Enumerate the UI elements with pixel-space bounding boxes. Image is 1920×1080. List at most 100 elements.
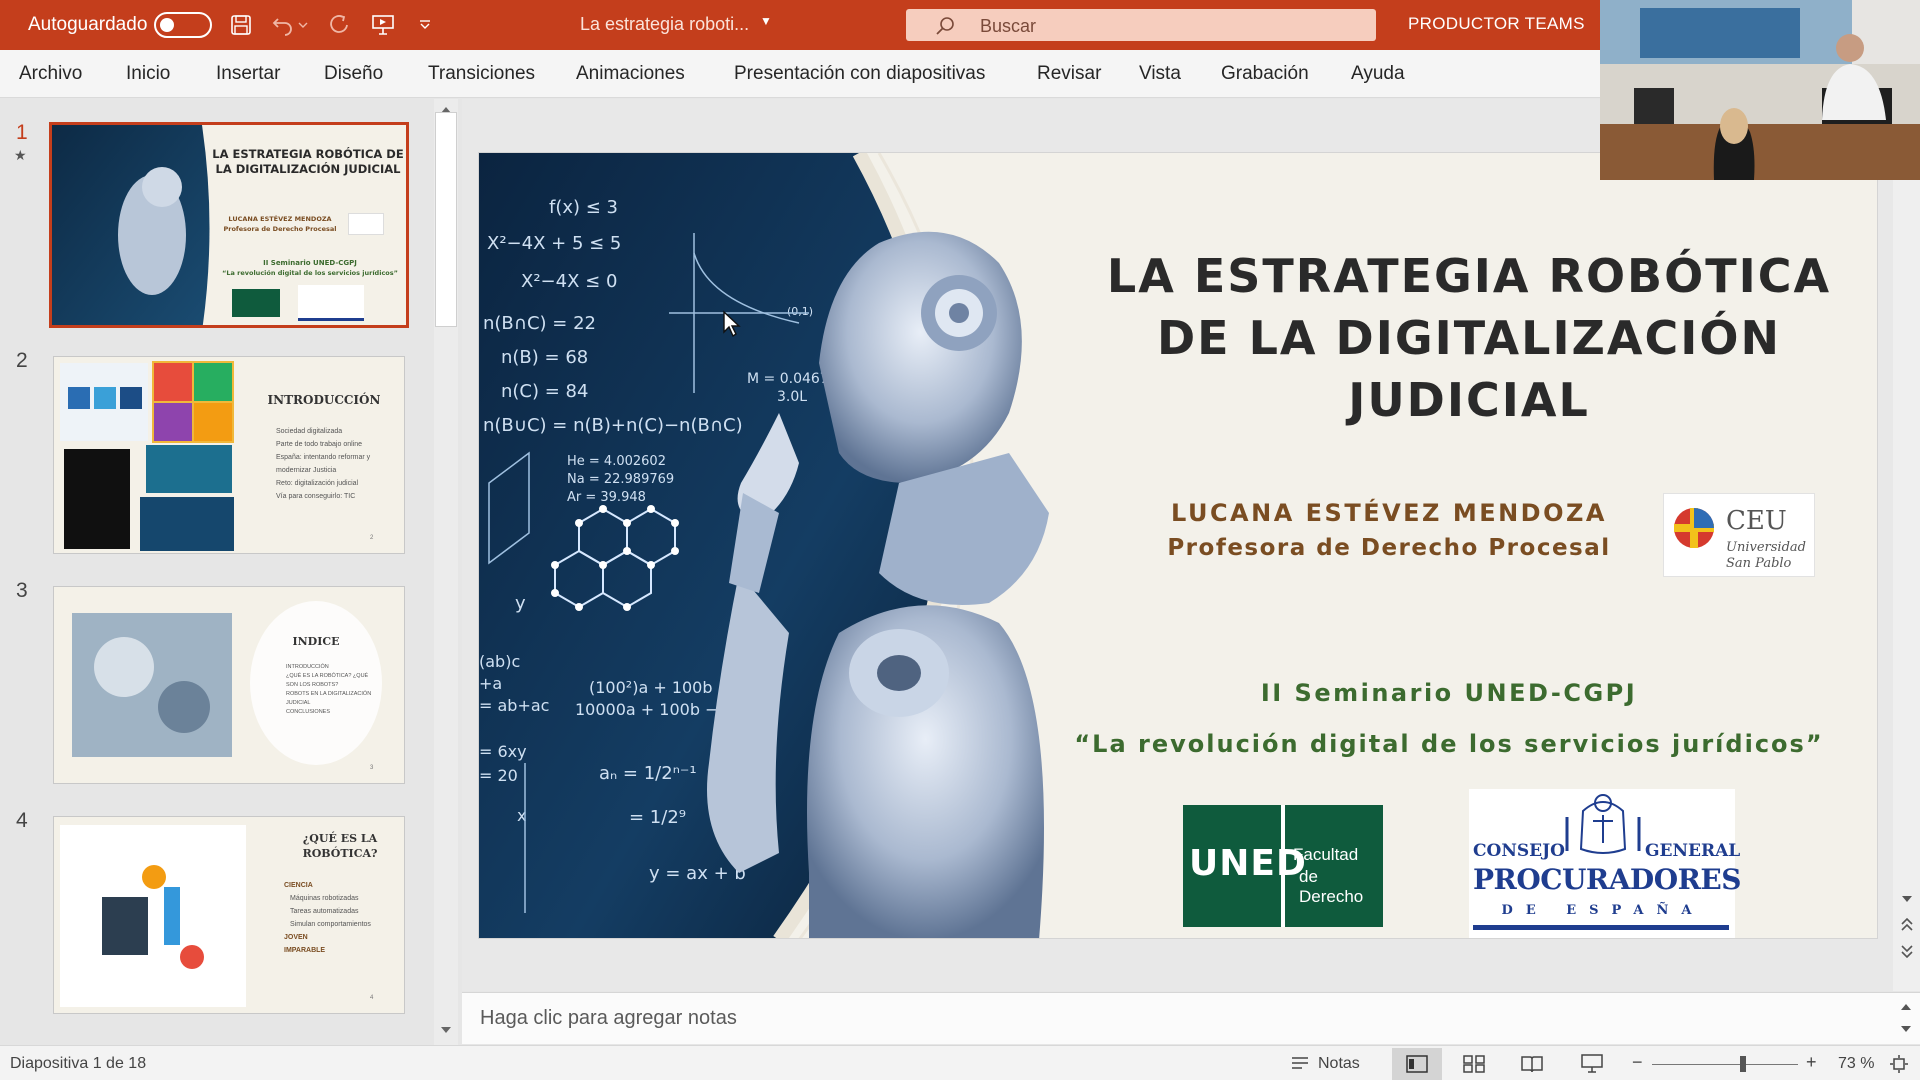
slide-thumbnail-3[interactable]: INDICE INTRODUCCIÓN ¿QUÉ ES LA ROBÓTICA?… xyxy=(53,586,405,784)
tab-grabacion[interactable]: Grabación xyxy=(1221,63,1309,85)
webcam-overlay xyxy=(1600,0,1920,180)
slide-thumbnail-2[interactable]: INTRODUCCIÓN Sociedad digitalizada Parte… xyxy=(53,356,405,554)
slide-thumbnail-4[interactable]: ¿QUÉ ES LA ROBÓTICA? CIENCIA Máquinas ro… xyxy=(53,816,405,1014)
formula-text: (100²)a + 100b xyxy=(589,678,713,697)
undo-icon[interactable] xyxy=(270,12,296,38)
formula-text: = 1/2⁹ xyxy=(629,807,686,828)
thumbnail-title: LA ESTRATEGIA ROBÓTICA DE LA DIGITALIZAC… xyxy=(212,147,404,176)
tab-transiciones[interactable]: Transiciones xyxy=(428,63,535,85)
slide-title[interactable]: LA ESTRATEGIA ROBÓTICA DE LA DIGITALIZAC… xyxy=(1099,245,1839,431)
slideshow-view-icon[interactable] xyxy=(1578,1052,1606,1076)
slide-sorter-icon[interactable] xyxy=(1460,1052,1488,1076)
chevron-down-icon[interactable]: ▼ xyxy=(760,14,772,28)
formula-text: = 6xy xyxy=(479,742,527,761)
slide-subtitle[interactable]: “La revolución digital de los servicios … xyxy=(1039,730,1859,758)
tab-insertar[interactable]: Insertar xyxy=(216,63,280,85)
thumbnail-scrollbar-thumb[interactable] xyxy=(435,112,457,327)
notes-icon[interactable] xyxy=(1288,1053,1312,1073)
tab-vista[interactable]: Vista xyxy=(1139,63,1181,85)
slide-thumbnail-panel: 1 ★ LA ESTRATEGIA ROBÓTICA DE LA DIGITAL… xyxy=(0,99,460,1045)
zoom-out-icon[interactable]: − xyxy=(1632,1052,1643,1073)
previous-slide-icon[interactable] xyxy=(1899,917,1915,933)
thumbnail-number: 4 xyxy=(16,809,28,832)
thumbnail-bullet: ROBOTS EN LA DIGITALIZACIÓN JUDICIAL xyxy=(286,691,372,706)
next-slide-icon[interactable] xyxy=(1899,943,1915,959)
tab-inicio[interactable]: Inicio xyxy=(126,63,170,85)
slide-scrollbar[interactable] xyxy=(1893,99,1920,991)
tab-ayuda[interactable]: Ayuda xyxy=(1351,63,1405,85)
ceu-logo-name: CEU xyxy=(1726,506,1787,536)
formula-text: = ab+ac xyxy=(479,696,549,715)
thumbnail-bullet: CONCLUSIONES xyxy=(286,709,331,715)
slide-author[interactable]: LUCANA ESTÉVEZ MENDOZA xyxy=(1109,499,1669,527)
reading-view-icon[interactable] xyxy=(1518,1052,1546,1076)
ceu-logo: CEU Universidad San Pablo xyxy=(1663,493,1815,577)
autosave-toggle[interactable] xyxy=(154,12,212,38)
formula-text: = 20 xyxy=(479,766,518,785)
tab-diseno[interactable]: Diseño xyxy=(324,63,383,85)
thumbnail-bullets: CIENCIA Máquinas robotizadas Tareas auto… xyxy=(284,879,400,957)
thumbnail-bullet: Parte de todo trabajo online xyxy=(276,441,363,448)
formula-text: aₙ = 1/2ⁿ⁻¹ xyxy=(599,763,697,784)
uned-logo-line1: Facultad xyxy=(1293,845,1359,864)
thumbnail-number: 2 xyxy=(16,349,28,372)
formula-text: (ab)c xyxy=(479,652,520,671)
user-name[interactable]: PRODUCTOR TEAMS xyxy=(1408,14,1585,34)
formula-text: +a xyxy=(479,674,502,693)
zoom-slider-handle[interactable] xyxy=(1739,1056,1746,1072)
tab-archivo[interactable]: Archivo xyxy=(19,63,82,85)
notes-button[interactable]: Notas xyxy=(1318,1055,1360,1073)
formula-text: (0,1) xyxy=(787,305,813,318)
notes-pane[interactable]: Haga clic para agregar notas xyxy=(462,992,1920,1044)
document-title[interactable]: La estrategia roboti... xyxy=(580,14,749,35)
normal-view-icon[interactable] xyxy=(1392,1048,1442,1080)
present-from-start-icon[interactable] xyxy=(370,12,396,38)
notes-scroll-up-icon[interactable] xyxy=(1898,999,1914,1015)
powerpoint-window: Autoguardado La estrategia roboti... ▼ B… xyxy=(0,0,1920,1080)
zoom-level[interactable]: 73 % xyxy=(1838,1055,1874,1073)
slide-title-line: DE LA DIGITALIZACIÓN xyxy=(1157,311,1781,365)
thumbnail-uned-logo xyxy=(232,289,280,317)
formula-text: He = 4.002602 xyxy=(567,454,666,469)
zoom-slider[interactable] xyxy=(1652,1064,1798,1065)
search-box[interactable]: Buscar xyxy=(906,9,1376,41)
thumbnail-page-number: 3 xyxy=(370,765,374,771)
undo-dropdown-icon[interactable] xyxy=(296,12,310,38)
zoom-in-icon[interactable]: + xyxy=(1806,1052,1817,1073)
thumbnail-bullet: Tareas automatizadas xyxy=(290,908,359,915)
formula-text: X²−4X + 5 ≤ 5 xyxy=(487,233,621,254)
thumbnail-bullet: ¿QUÉ ES LA ROBÓTICA? ¿QUÉ SON LOS ROBOTS… xyxy=(286,673,369,688)
thumbnail-bullets: Sociedad digitalizada Parte de todo trab… xyxy=(276,425,396,503)
mouse-cursor-icon xyxy=(723,310,741,338)
thumbnail-number: 3 xyxy=(16,579,28,602)
tab-animaciones[interactable]: Animaciones xyxy=(576,63,685,85)
tab-presentacion[interactable]: Presentación con diapositivas xyxy=(734,63,985,85)
fit-to-window-icon[interactable] xyxy=(1886,1052,1912,1076)
cgpe-line2: PROCURADORES xyxy=(1473,863,1741,896)
formula-text: n(C) = 84 xyxy=(501,381,588,402)
thumbnail-bullet: CIENCIA xyxy=(284,882,313,889)
formula-text: 10000a + 100b − 5 xyxy=(575,700,734,719)
current-slide[interactable]: f(x) ≤ 3 X²−4X + 5 ≤ 5 X²−4X ≤ 0 n(B∩C) … xyxy=(478,152,1878,939)
customize-toolbar-icon[interactable] xyxy=(416,12,434,38)
thumbnail-author: LUCANA ESTÉVEZ MENDOZA xyxy=(228,215,332,223)
slide-role[interactable]: Profesora de Derecho Procesal xyxy=(1109,535,1669,561)
formula-text: X²−4X ≤ 0 xyxy=(521,271,617,292)
uned-logo-name: UNED xyxy=(1189,843,1307,884)
slide-thumbnail-1[interactable]: LA ESTRATEGIA ROBÓTICA DE LA DIGITALIZAC… xyxy=(49,122,409,328)
search-input[interactable]: Buscar xyxy=(980,16,1036,37)
scroll-down-icon[interactable] xyxy=(438,1023,454,1037)
tab-revisar[interactable]: Revisar xyxy=(1037,63,1101,85)
autosave-label: Autoguardado xyxy=(28,14,148,35)
save-icon[interactable] xyxy=(228,12,254,38)
scroll-down-icon[interactable] xyxy=(1899,891,1915,907)
notes-placeholder[interactable]: Haga clic para agregar notas xyxy=(480,1007,737,1030)
slide-seminar[interactable]: II Seminario UNED-CGPJ xyxy=(1039,679,1859,707)
thumbnail-bullet: INTRODUCCIÓN xyxy=(286,664,329,670)
ceu-cross-icon xyxy=(1674,508,1714,548)
search-icon xyxy=(934,15,956,42)
redo-icon[interactable] xyxy=(326,12,352,38)
thumbnail-ceu-logo xyxy=(348,213,384,235)
thumbnail-bullet: Simulan comportamientos xyxy=(290,921,371,928)
notes-scroll-down-icon[interactable] xyxy=(1898,1021,1914,1037)
